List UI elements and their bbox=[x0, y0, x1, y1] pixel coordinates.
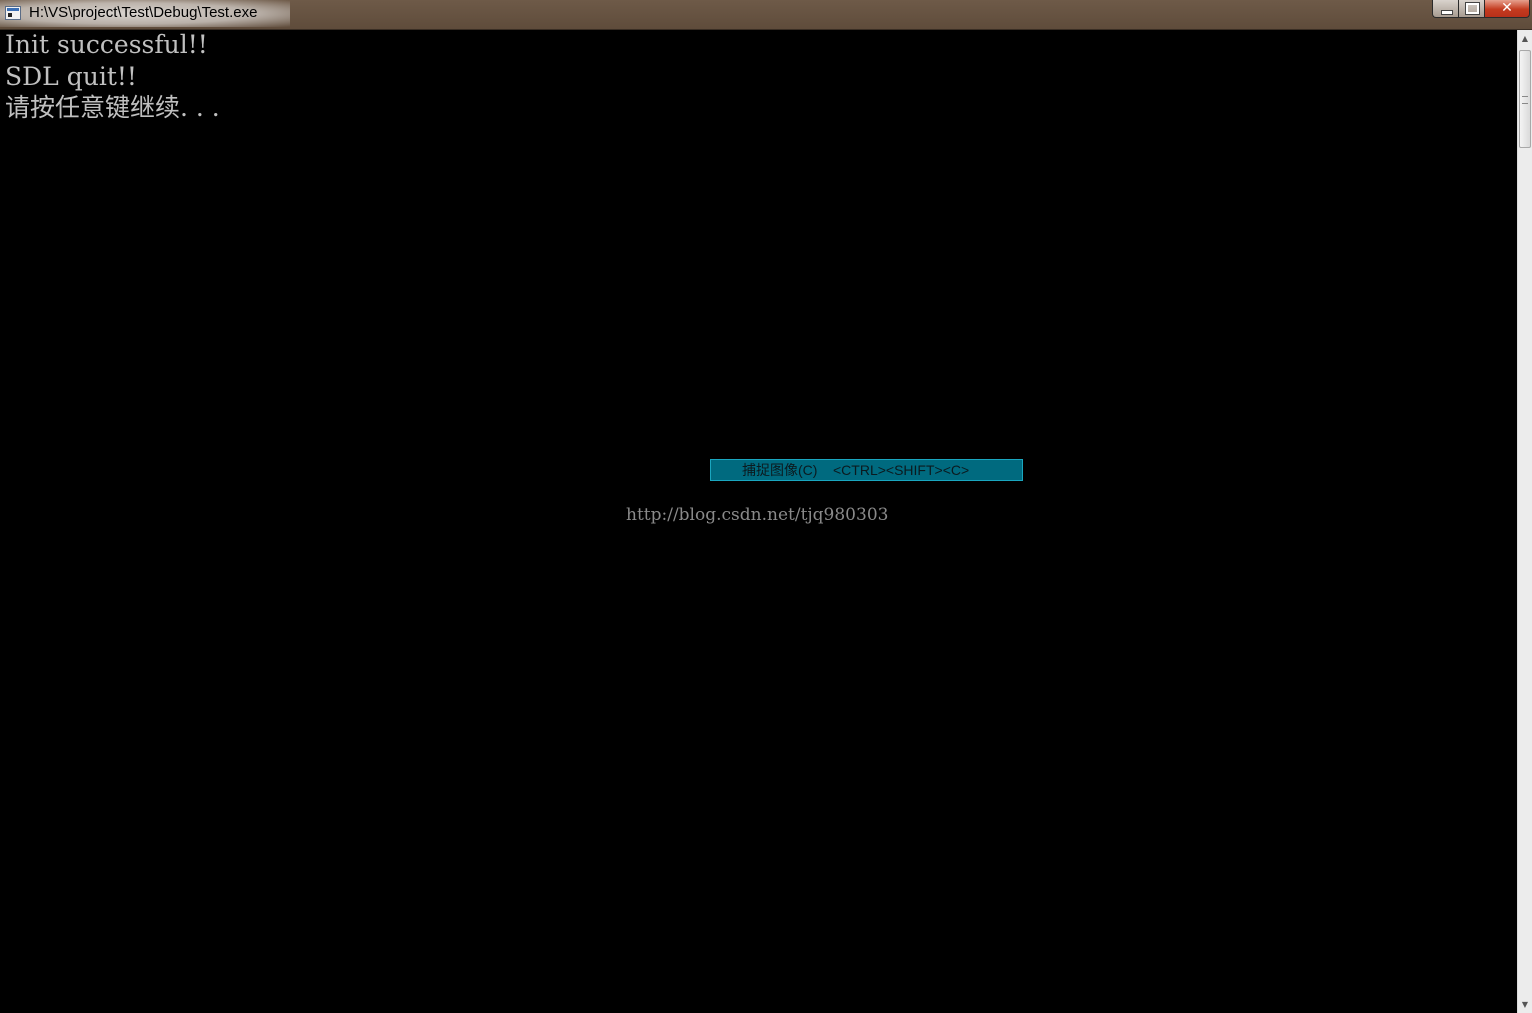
maximize-button[interactable] bbox=[1458, 0, 1484, 18]
minimize-button[interactable] bbox=[1432, 0, 1458, 18]
console-line-1: Init successful!! bbox=[5, 30, 208, 59]
title-bar[interactable]: H:\VS\project\Test\Debug\Test.exe ✕ bbox=[0, 0, 1532, 30]
console-app-icon[interactable] bbox=[5, 6, 21, 20]
watermark-url: http://blog.csdn.net/tjq980303 bbox=[626, 505, 889, 525]
console-window: H:\VS\project\Test\Debug\Test.exe ✕ Init… bbox=[0, 0, 1532, 1013]
scroll-up-arrow-icon[interactable]: ▲ bbox=[1518, 30, 1532, 47]
window-title: H:\VS\project\Test\Debug\Test.exe bbox=[29, 4, 258, 21]
console-line-2: SDL quit!! bbox=[5, 62, 137, 91]
caption-buttons: ✕ bbox=[1432, 0, 1530, 18]
vertical-scrollbar[interactable]: ▲ ▼ bbox=[1517, 30, 1532, 1013]
console-line-3: 请按任意键继续. . . bbox=[5, 93, 220, 122]
scroll-thumb[interactable] bbox=[1519, 50, 1531, 148]
capture-image-tooltip: 捕捉图像(C) <CTRL><SHIFT><C> bbox=[710, 459, 1023, 481]
scroll-down-arrow-icon[interactable]: ▼ bbox=[1518, 996, 1532, 1013]
close-icon: ✕ bbox=[1501, 0, 1513, 16]
close-button[interactable]: ✕ bbox=[1484, 0, 1530, 18]
